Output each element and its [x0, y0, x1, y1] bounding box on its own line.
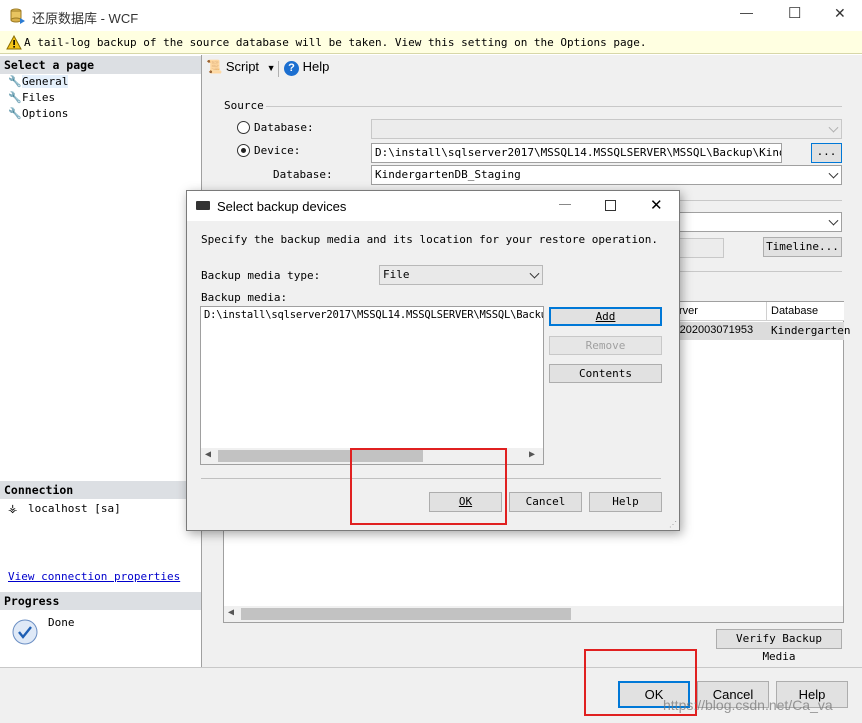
done-check-icon: [12, 619, 38, 645]
source-database-value: KindergartenDB_Staging: [375, 168, 521, 181]
media-type-dropdown[interactable]: File: [379, 265, 543, 285]
connection-info: ⚶ localhost [sa]: [8, 502, 121, 515]
restore-to-field: [678, 238, 724, 258]
grid-header-database: Database: [767, 302, 844, 321]
remove-media-button[interactable]: Remove: [549, 336, 662, 355]
backup-media-list[interactable]: D:\install\sqlserver2017\MSSQL14.MSSQLSE…: [200, 306, 544, 465]
dropdown-arrow-icon: ▼: [266, 63, 276, 73]
maximize-button[interactable]: ☐: [788, 4, 801, 22]
wrench-icon: 🔧: [8, 91, 22, 104]
scroll-right-icon[interactable]: ▶: [529, 449, 535, 460]
banner-text: A tail-log backup of the source database…: [24, 36, 647, 49]
contents-button[interactable]: Contents: [549, 364, 662, 383]
media-type-value: File: [383, 268, 410, 281]
database-radio-label: Database:: [254, 121, 314, 134]
device-radio[interactable]: [237, 144, 250, 157]
device-radio-label: Device:: [254, 144, 301, 157]
dialog-description: Specify the backup media and its locatio…: [201, 233, 658, 246]
add-media-button[interactable]: Add: [549, 307, 662, 326]
destination-separator: [680, 200, 842, 201]
tape-drive-icon: [196, 201, 210, 210]
dialog-cancel-button[interactable]: Cancel: [509, 492, 582, 512]
source-database-select[interactable]: [371, 119, 842, 139]
source-database-dropdown[interactable]: KindergartenDB_Staging: [371, 165, 842, 185]
dialog-title: Select backup devices: [217, 199, 347, 214]
table-row[interactable]: -202003071953 Kindergarten: [676, 322, 850, 340]
media-type-label: Backup media type:: [201, 269, 321, 282]
chevron-down-icon: [529, 268, 540, 279]
server-header-label: rver: [679, 305, 698, 317]
page-item-label: General: [22, 75, 69, 88]
chevron-down-icon: [828, 168, 839, 179]
warning-icon: [6, 34, 22, 50]
dialog-titlebar: Select backup devices ✕: [187, 191, 679, 221]
wrench-icon: 🔧: [8, 75, 22, 88]
chevron-down-icon: [828, 215, 839, 226]
connection-value: localhost [sa]: [27, 502, 121, 515]
browse-device-button[interactable]: ...: [811, 143, 842, 163]
watermark: https://blog.csdn.net/Ca_va: [663, 697, 833, 713]
script-button[interactable]: 📜 Script ▼: [206, 59, 276, 79]
wrench-icon: 🔧: [8, 107, 22, 120]
source-separator: [266, 106, 842, 107]
page-item-label: Options: [22, 107, 69, 120]
window-titlebar: 还原数据库 - WCF — ☐ ✕: [0, 0, 862, 31]
scroll-left-icon[interactable]: ◀: [205, 449, 211, 460]
minimize-button[interactable]: —: [740, 5, 753, 20]
toolbar-separator: [278, 61, 279, 77]
tail-log-warning-banner: A tail-log backup of the source database…: [0, 31, 862, 54]
progress-header: Progress: [0, 592, 201, 610]
page-item-files[interactable]: 🔧Files: [8, 91, 128, 106]
restore-to-dropdown[interactable]: [678, 212, 842, 232]
scroll-left-icon[interactable]: ◀: [228, 607, 234, 618]
device-path-field[interactable]: D:\install\sqlserver2017\MSSQL14.MSSQLSE…: [371, 143, 782, 163]
source-database-label: Database:: [273, 168, 333, 181]
source-legend: Source: [224, 99, 264, 112]
script-icon: 📜: [206, 59, 223, 74]
help-button[interactable]: ? Help: [284, 59, 329, 79]
list-item[interactable]: D:\install\sqlserver2017\MSSQL14.MSSQLSE…: [204, 309, 543, 321]
row-server-cell: -202003071953: [676, 324, 754, 336]
verify-backup-media-button[interactable]: Verify Backup Media: [716, 629, 842, 663]
server-connection-icon: ⚶: [8, 502, 18, 515]
dialog-close-button[interactable]: ✕: [650, 196, 663, 214]
database-restore-icon: [10, 8, 26, 24]
close-button[interactable]: ✕: [834, 5, 846, 22]
dialog-minimize-button[interactable]: [559, 204, 571, 205]
dialog-help-button[interactable]: Help: [589, 492, 662, 512]
resize-grip-icon[interactable]: ⋰: [669, 520, 677, 529]
grid-header-server: rver: [676, 302, 767, 321]
script-label: Script: [225, 59, 260, 74]
help-icon: ?: [284, 61, 299, 76]
backup-sets-separator: [680, 271, 842, 272]
select-page-header: Select a page: [0, 56, 201, 74]
row-database-cell: Kindergarten: [771, 324, 851, 337]
connection-header: Connection: [0, 481, 201, 499]
grid-horizontal-scrollbar[interactable]: ◀: [224, 606, 843, 622]
database-header-label: Database: [771, 305, 819, 317]
left-panel: Select a page 🔧General 🔧Files 🔧Options C…: [0, 55, 202, 667]
bottom-button-bar: OK Cancel Help: [0, 667, 862, 723]
page-item-general[interactable]: 🔧General: [8, 75, 128, 90]
view-connection-properties-link[interactable]: View connection properties: [8, 570, 180, 583]
progress-status: Done: [48, 616, 75, 629]
dialog-ok-highlight-box: [350, 448, 507, 525]
scrollbar-thumb[interactable]: [241, 608, 571, 620]
page-item-label: Files: [22, 91, 56, 104]
page-item-options[interactable]: 🔧Options: [8, 107, 128, 122]
help-label: Help: [302, 59, 330, 74]
backup-media-label: Backup media:: [201, 291, 288, 304]
dialog-maximize-button[interactable]: [605, 200, 616, 211]
chevron-down-icon: [828, 122, 839, 133]
database-radio[interactable]: [237, 121, 250, 134]
timeline-button[interactable]: Timeline...: [763, 237, 842, 257]
window-title: 还原数据库 - WCF: [32, 11, 139, 26]
